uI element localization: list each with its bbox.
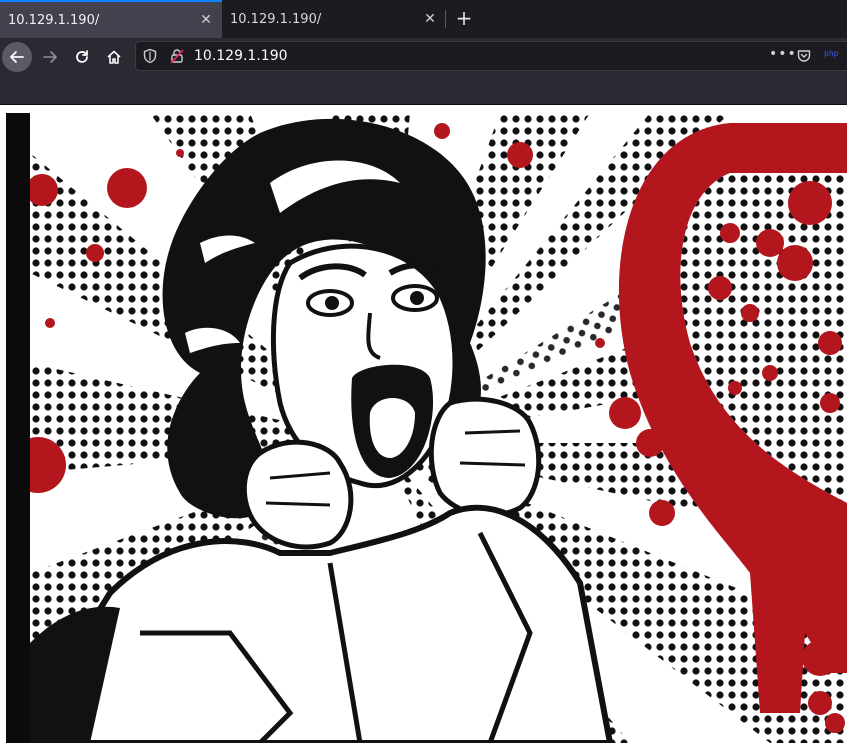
- tab-close-icon[interactable]: ✕: [198, 12, 214, 28]
- page-content: [0, 105, 847, 743]
- tab-title: 10.129.1.190/: [230, 11, 322, 27]
- navigation-toolbar: 10.129.1.190 ••• php: [0, 38, 847, 76]
- url-bar[interactable]: 10.129.1.190 ••• php: [135, 41, 847, 71]
- reload-icon: [76, 50, 88, 63]
- pocket-icon[interactable]: [796, 48, 812, 64]
- php-extension-icon[interactable]: php: [824, 49, 838, 58]
- tab-active[interactable]: 10.129.1.190/ ✕: [0, 0, 222, 38]
- url-text[interactable]: 10.129.1.190: [194, 48, 288, 64]
- insecure-lock-icon[interactable]: [169, 48, 185, 64]
- back-button[interactable]: [2, 42, 32, 72]
- page-actions-menu-icon[interactable]: •••: [769, 46, 797, 62]
- home-icon: [107, 50, 121, 64]
- forward-button[interactable]: [36, 43, 64, 71]
- new-tab-button[interactable]: +: [450, 4, 478, 32]
- reload-button[interactable]: [68, 43, 96, 71]
- tab-close-icon[interactable]: ✕: [422, 11, 438, 27]
- tab-strip: 10.129.1.190/ ✕ 10.129.1.190/ ✕ +: [0, 0, 847, 38]
- home-button[interactable]: [100, 43, 128, 71]
- heartbleed-popart-image: [30, 113, 847, 743]
- tracking-shield-icon[interactable]: [142, 48, 158, 64]
- back-arrow-icon: [10, 51, 24, 63]
- forward-arrow-icon: [43, 51, 57, 63]
- tab-inactive[interactable]: 10.129.1.190/ ✕: [222, 0, 446, 38]
- bookmarks-toolbar: [0, 76, 847, 105]
- tab-title: 10.129.1.190/: [8, 12, 100, 28]
- image-left-edge: [6, 113, 30, 743]
